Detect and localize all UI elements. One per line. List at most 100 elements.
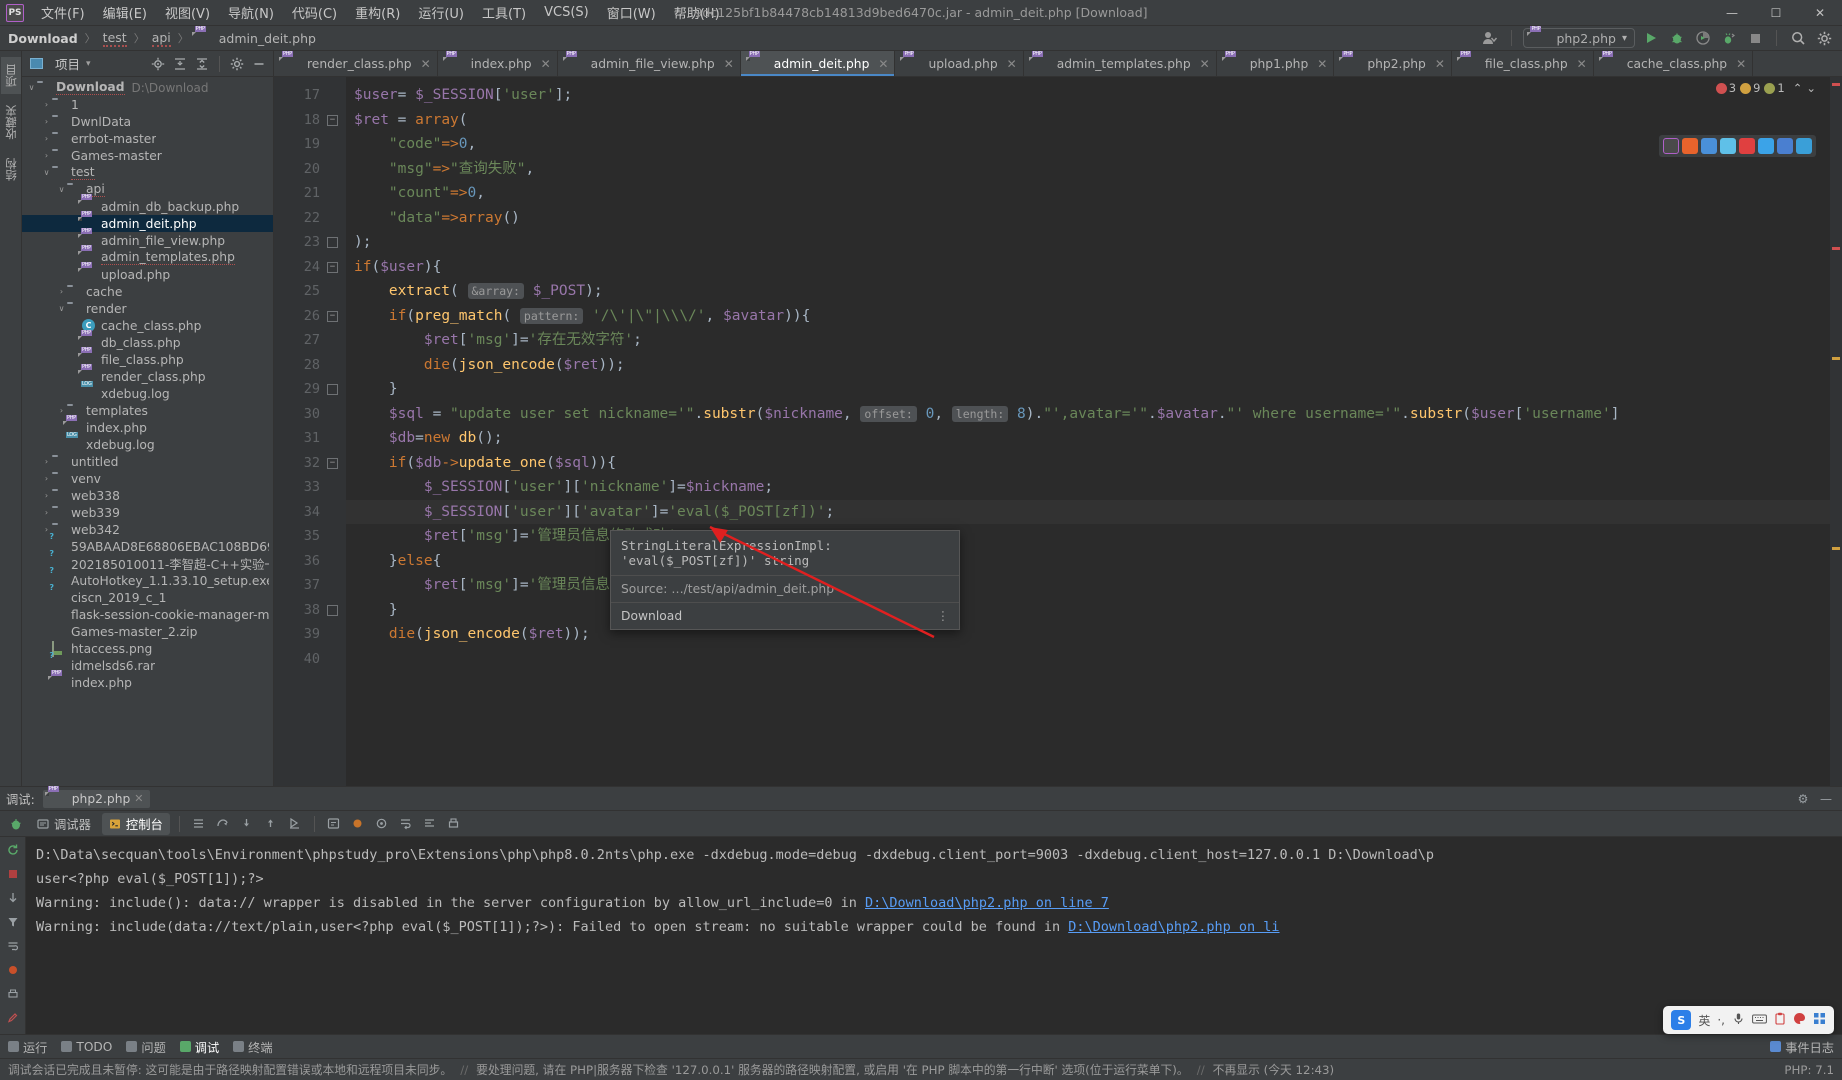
code-line[interactable]: $ret = array( — [346, 108, 1830, 133]
chevron-right-icon[interactable]: › — [41, 117, 52, 126]
step-into-icon[interactable] — [237, 814, 257, 834]
menu-view[interactable]: 视图(V) — [156, 0, 219, 25]
breadcrumb-root[interactable]: Download — [8, 31, 78, 46]
menu-navigate[interactable]: 导航(N) — [219, 0, 283, 25]
code-line[interactable]: if($db->update_one($sql)){ — [346, 451, 1830, 476]
tree-node[interactable]: ›202185010011-李智超-C++实验一.doc — [22, 555, 273, 572]
edit-icon[interactable] — [4, 1009, 22, 1027]
tree-node[interactable]: ›flask-session-cookie-manager-master.zip — [22, 606, 273, 623]
collapse-all-icon[interactable] — [192, 54, 212, 74]
ime-punct-icon[interactable]: ·, — [1717, 1013, 1725, 1027]
close-icon[interactable]: ✕ — [1317, 57, 1327, 71]
menu-refactor[interactable]: 重构(R) — [346, 0, 409, 25]
minimize-button[interactable]: — — [1710, 0, 1754, 26]
soft-wrap-icon[interactable] — [396, 814, 416, 834]
tree-node[interactable]: ∨ render — [22, 300, 273, 317]
chevron-up-icon[interactable]: ⌃ — [1793, 81, 1803, 95]
warning-count-badge[interactable]: 9 — [1740, 81, 1760, 95]
tree-node[interactable]: › cache — [22, 283, 273, 300]
ime-tray[interactable]: S 英 ·, — [1663, 1006, 1834, 1034]
tooltip-action-row[interactable]: Download ⋮ — [611, 602, 959, 629]
code-line[interactable]: $ret['msg']='存在无效字符'; — [346, 328, 1830, 353]
code-line[interactable]: } — [346, 598, 1830, 623]
chevron-right-icon[interactable]: › — [41, 100, 52, 109]
gear-icon[interactable] — [1814, 28, 1834, 48]
tree-node[interactable]: ›admin_file_view.php — [22, 232, 273, 249]
chevron-right-icon[interactable]: › — [41, 491, 52, 500]
tree-node[interactable]: › web338 — [22, 487, 273, 504]
close-icon[interactable]: ✕ — [1007, 57, 1017, 71]
code-line[interactable]: if(preg_match( pattern: '/\'|\"|\\\/', $… — [346, 304, 1830, 329]
browser-launcher-bar[interactable] — [1659, 135, 1816, 157]
code-line[interactable]: $_SESSION['user']['nickname']=$nickname; — [346, 475, 1830, 500]
menu-file[interactable]: 文件(F) — [32, 0, 94, 25]
clipboard-icon[interactable] — [1774, 1012, 1786, 1028]
vtab-favorites[interactable]: 收藏夹 — [1, 98, 21, 147]
keyboard-icon[interactable] — [1752, 1013, 1767, 1028]
debug-button[interactable] — [1667, 28, 1687, 48]
editor-tab[interactable]: render_class.php ✕ — [274, 51, 438, 76]
step-over-icon[interactable] — [213, 814, 233, 834]
tree-node[interactable]: ›admin_db_backup.php — [22, 198, 273, 215]
close-icon[interactable]: ✕ — [1200, 57, 1210, 71]
breadcrumb-item-api[interactable]: api — [151, 30, 171, 47]
tree-node[interactable]: ∨ api — [22, 181, 273, 198]
menu-tools[interactable]: 工具(T) — [473, 0, 535, 25]
editor-tab[interactable]: php1.php ✕ — [1217, 51, 1335, 76]
chevron-down-icon[interactable]: ∨ — [56, 185, 67, 194]
browser-launch-icon[interactable] — [1739, 138, 1755, 154]
close-icon[interactable]: ✕ — [1577, 57, 1587, 71]
tree-node[interactable]: › Games-master — [22, 147, 273, 164]
browser-launch-icon[interactable] — [1720, 138, 1736, 154]
more-options-icon[interactable]: ⋮ — [937, 609, 949, 623]
close-icon[interactable]: ✕ — [1736, 57, 1746, 71]
code-line[interactable]: $ret['msg']='管理员信息修改失败' — [346, 573, 1830, 598]
scroll-down-icon[interactable] — [4, 889, 22, 907]
tree-node[interactable]: ›file_class.php — [22, 351, 273, 368]
inspection-widget[interactable]: 3 9 1 ⌃ ⌄ — [1715, 81, 1816, 95]
step-out-icon[interactable] — [261, 814, 281, 834]
code-line[interactable]: } — [346, 377, 1830, 402]
chevron-down-icon[interactable]: ▾ — [86, 59, 91, 69]
grid-icon[interactable] — [1813, 1012, 1826, 1028]
fold-collapse-icon[interactable]: − — [327, 310, 338, 322]
tree-node[interactable]: › web342 — [22, 521, 273, 538]
chevron-down-icon[interactable]: ∨ — [56, 304, 67, 313]
tooltip-download-action[interactable]: Download — [621, 609, 682, 623]
tree-node[interactable]: ›index.php — [22, 419, 273, 436]
close-icon[interactable]: ✕ — [1435, 57, 1445, 71]
chevron-right-icon[interactable]: › — [41, 474, 52, 483]
tree-node[interactable]: › templates — [22, 402, 273, 419]
chevron-down-icon[interactable]: ∨ — [41, 168, 52, 177]
browser-launch-icon[interactable] — [1682, 138, 1698, 154]
code-line[interactable]: "code"=>0, — [346, 132, 1830, 157]
chevron-right-icon[interactable]: › — [41, 508, 52, 517]
close-icon[interactable]: ✕ — [878, 57, 888, 71]
menu-vcs[interactable]: VCS(S) — [535, 2, 598, 23]
rerun-icon[interactable] — [6, 814, 26, 834]
fold-collapse-icon[interactable]: − — [327, 457, 338, 469]
maximize-button[interactable]: ☐ — [1754, 0, 1798, 26]
tree-node[interactable]: ›ciscn_2019_c_1 — [22, 589, 273, 606]
menu-window[interactable]: 窗口(W) — [598, 0, 665, 25]
debug-console[interactable]: D:\Data\secquan\tools\Environment\phpstu… — [26, 837, 1842, 1034]
minimize-icon[interactable]: — — [1816, 789, 1836, 809]
expression-tooltip[interactable]: StringLiteralExpressionImpl: 'eval($_POS… — [610, 530, 960, 630]
tree-node[interactable]: ›AutoHotkey_1.1.33.10_setup.exe — [22, 572, 273, 589]
tree-node[interactable]: ›db_class.php — [22, 334, 273, 351]
editor-tab-bar[interactable]: render_class.php ✕ index.php ✕ admin_file_vi… — [274, 51, 1842, 77]
code-line[interactable]: }else{ — [346, 549, 1830, 574]
chevron-right-icon[interactable]: › — [41, 457, 52, 466]
subtab-debugger[interactable]: 调试器 — [30, 813, 98, 835]
gear-icon[interactable]: ⚙ — [1793, 789, 1813, 809]
code-line[interactable]: die(json_encode($ret)); — [346, 353, 1830, 378]
status-item-0[interactable]: 运行 — [8, 1038, 47, 1056]
chevron-down-icon[interactable]: ∨ — [26, 83, 37, 92]
code-line[interactable]: "msg"=>"查询失败", — [346, 157, 1830, 182]
code-line[interactable]: if($user){ — [346, 255, 1830, 280]
editor-tab[interactable]: admin_templates.php ✕ — [1024, 51, 1217, 76]
tree-node[interactable]: › untitled — [22, 453, 273, 470]
tree-node[interactable]: ›Games-master_2.zip — [22, 623, 273, 640]
fold-end-icon[interactable] — [327, 384, 338, 395]
menu-run[interactable]: 运行(U) — [409, 0, 473, 25]
